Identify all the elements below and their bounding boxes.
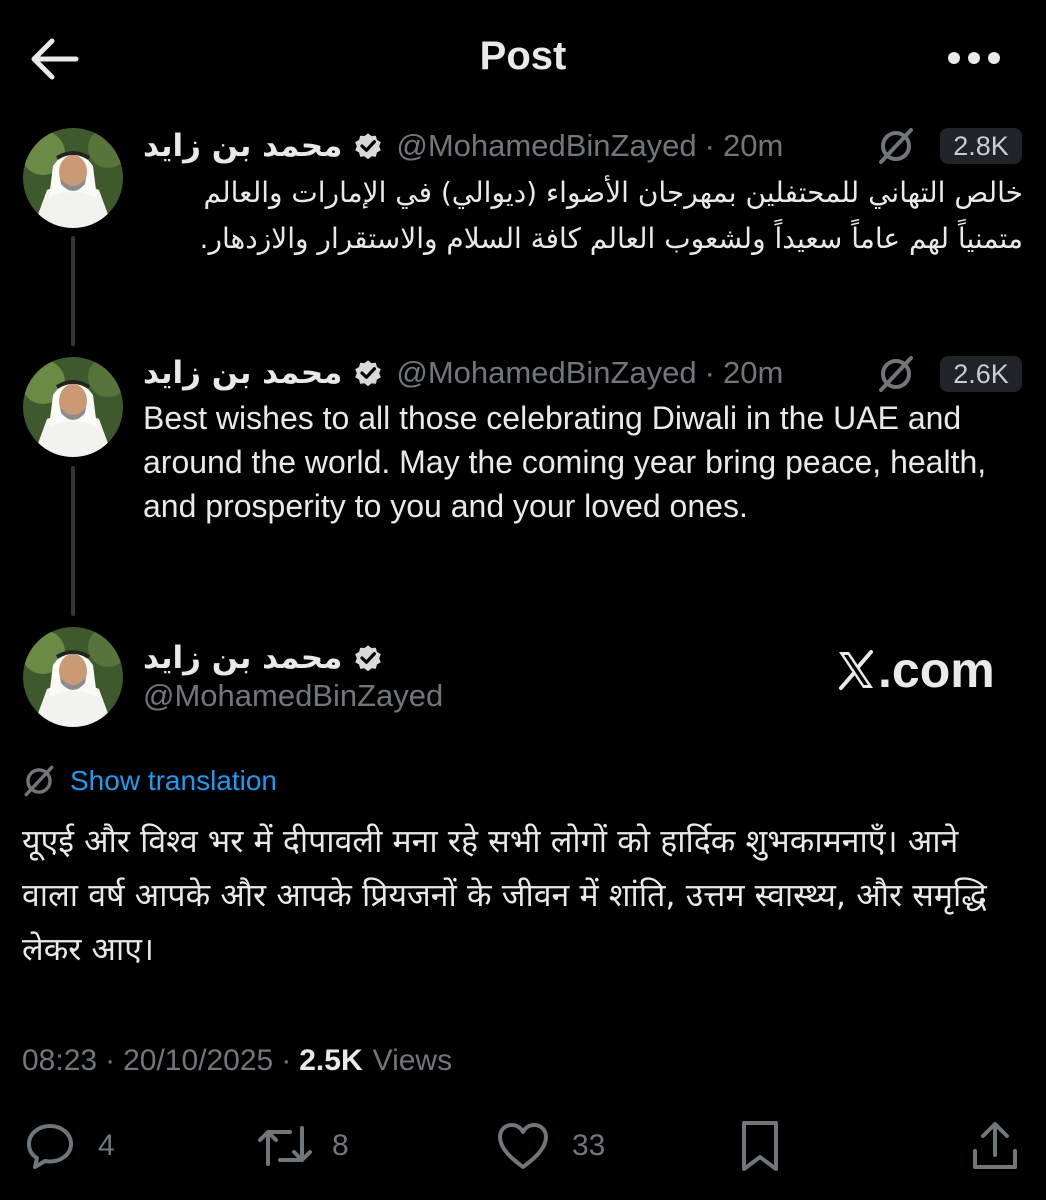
separator: · [704,355,715,390]
view-count-badge: 2.8K [940,128,1022,164]
action-bar: 4 8 33 [0,1118,1046,1178]
author-handle[interactable]: @MohamedBinZayed [396,128,696,164]
main-post-header: محمد بن زايد [143,636,384,680]
separator: · [105,1044,116,1077]
post-date[interactable]: 20/10/2025 [123,1044,273,1078]
bookmark-icon [742,1121,778,1171]
bookmark-button[interactable] [738,1118,782,1174]
x-logo-icon [839,650,873,690]
verified-badge-icon [355,360,382,387]
grok-icon[interactable] [876,354,916,394]
top-bar: Post [0,0,1046,115]
verified-badge-icon [355,645,382,672]
more-options-button[interactable] [946,48,1002,68]
like-count: 33 [572,1129,606,1162]
post-text-english: Best wishes to all those celebrating Diw… [143,400,987,524]
views-count[interactable]: 2.5K [299,1044,362,1078]
post-time[interactable]: 20m [723,355,783,391]
author-handle[interactable]: @MohamedBinZayed [143,678,443,714]
reply-count: 4 [98,1129,115,1162]
post-timestamp[interactable]: 08:23 [22,1044,97,1078]
more-icon [948,52,1000,64]
translation-row: Show translation [22,760,277,802]
thread-line [71,236,75,346]
post-text-arabic: خالص التهاني للمحتفلين بمهرجان الأضواء (… [199,176,1023,255]
like-button[interactable]: 33 [496,1118,605,1174]
grok-icon[interactable] [22,764,56,798]
reply-button[interactable]: 4 [24,1118,115,1174]
post-time[interactable]: 20m [723,128,783,164]
post-header: محمد بن زايد @MohamedBinZayed · 20m [143,126,783,166]
separator: · [704,128,715,163]
show-translation-link[interactable]: Show translation [70,765,277,797]
x-com-watermark: .com [836,640,1006,700]
author-handle[interactable]: @MohamedBinZayed [396,355,696,391]
like-icon [498,1123,548,1169]
verified-badge-icon [355,133,382,160]
separator: · [281,1044,292,1077]
view-count-badge: 2.6K [940,356,1022,392]
post-header: محمد بن زايد @MohamedBinZayed · 20m [143,353,783,393]
author-name[interactable]: محمد بن زايد [143,640,342,676]
post-metadata: 08:23 · 20/10/2025 · 2.5K Views [22,1040,452,1082]
author-name[interactable]: محمد بن زايد [143,128,342,164]
reply-icon [27,1124,73,1169]
author-name[interactable]: محمد بن زايد [143,355,342,391]
repost-count: 8 [332,1129,349,1162]
avatar[interactable] [23,627,123,727]
post-text-hindi: यूएई और विश्व भर में दीपावली मना रहे सभी… [22,822,987,968]
views-label[interactable]: Views [373,1044,452,1078]
page-title: Post [479,34,567,78]
share-icon [973,1122,1017,1169]
repost-icon [258,1126,312,1166]
thread-line [71,466,75,616]
grok-icon[interactable] [876,126,916,166]
avatar[interactable] [23,128,123,228]
avatar[interactable] [23,357,123,457]
share-button[interactable] [970,1118,1020,1174]
watermark-text: .com [878,642,995,698]
repost-button[interactable]: 8 [256,1118,349,1174]
